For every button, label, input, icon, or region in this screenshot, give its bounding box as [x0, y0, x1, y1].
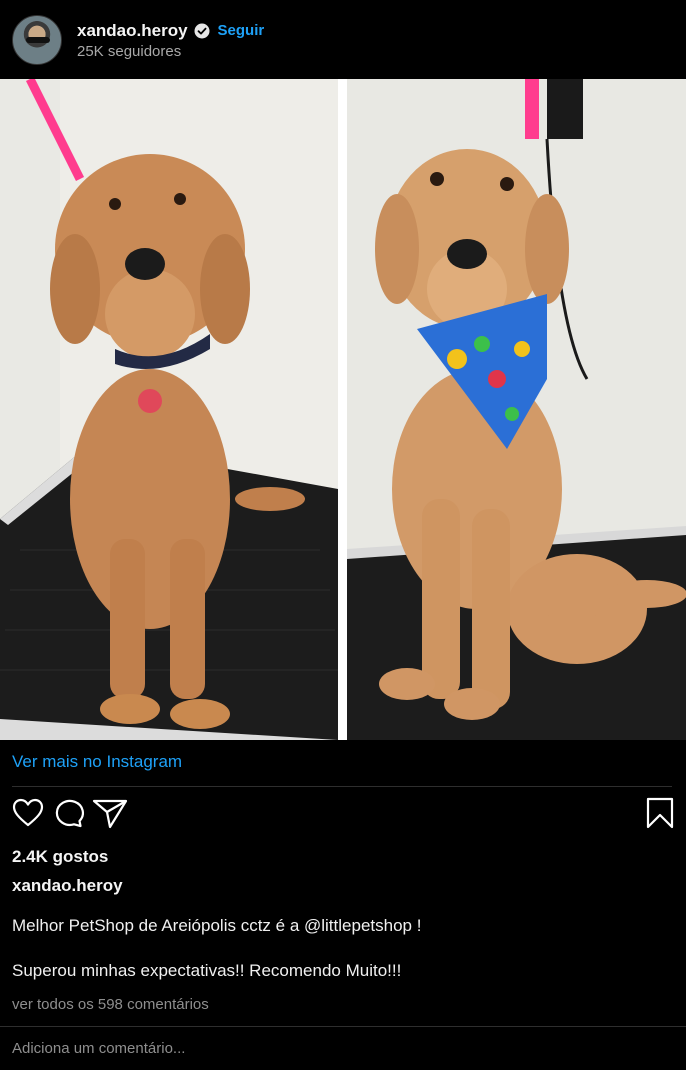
view-more-on-instagram-link[interactable]: Ver mais no Instagram	[12, 752, 182, 772]
caption-line-2: Superou minhas expectativas!! Recomendo …	[12, 961, 402, 980]
dog-after-photo	[347, 79, 686, 740]
likes-count[interactable]: 2.4K gostos	[12, 847, 108, 867]
follow-button[interactable]: Seguir	[218, 22, 265, 39]
comment-icon[interactable]	[52, 797, 84, 834]
divider	[12, 786, 672, 787]
post-media[interactable]	[0, 79, 686, 740]
add-comment-input[interactable]	[0, 1027, 686, 1070]
share-icon[interactable]	[92, 797, 128, 834]
followers-count: 25K seguidores	[77, 42, 182, 60]
header-text: xandao.heroy Seguir 25K seguidores	[77, 20, 264, 60]
action-bar	[12, 795, 674, 833]
bookmark-icon[interactable]	[646, 797, 674, 834]
dog-before-photo	[0, 79, 338, 740]
verified-badge-icon	[194, 23, 210, 38]
name-row: xandao.heroy Seguir	[77, 20, 264, 42]
caption-username[interactable]: xandao.heroy	[12, 876, 123, 896]
heart-icon[interactable]	[12, 797, 44, 834]
post-header: xandao.heroy Seguir 25K seguidores	[0, 0, 686, 79]
caption-line-1: Melhor PetShop de Areiópolis cctz é a @l…	[12, 916, 422, 935]
username[interactable]: xandao.heroy	[77, 21, 188, 41]
view-all-comments-link[interactable]: ver todos os 598 comentários	[12, 996, 209, 1013]
avatar[interactable]	[12, 14, 62, 65]
